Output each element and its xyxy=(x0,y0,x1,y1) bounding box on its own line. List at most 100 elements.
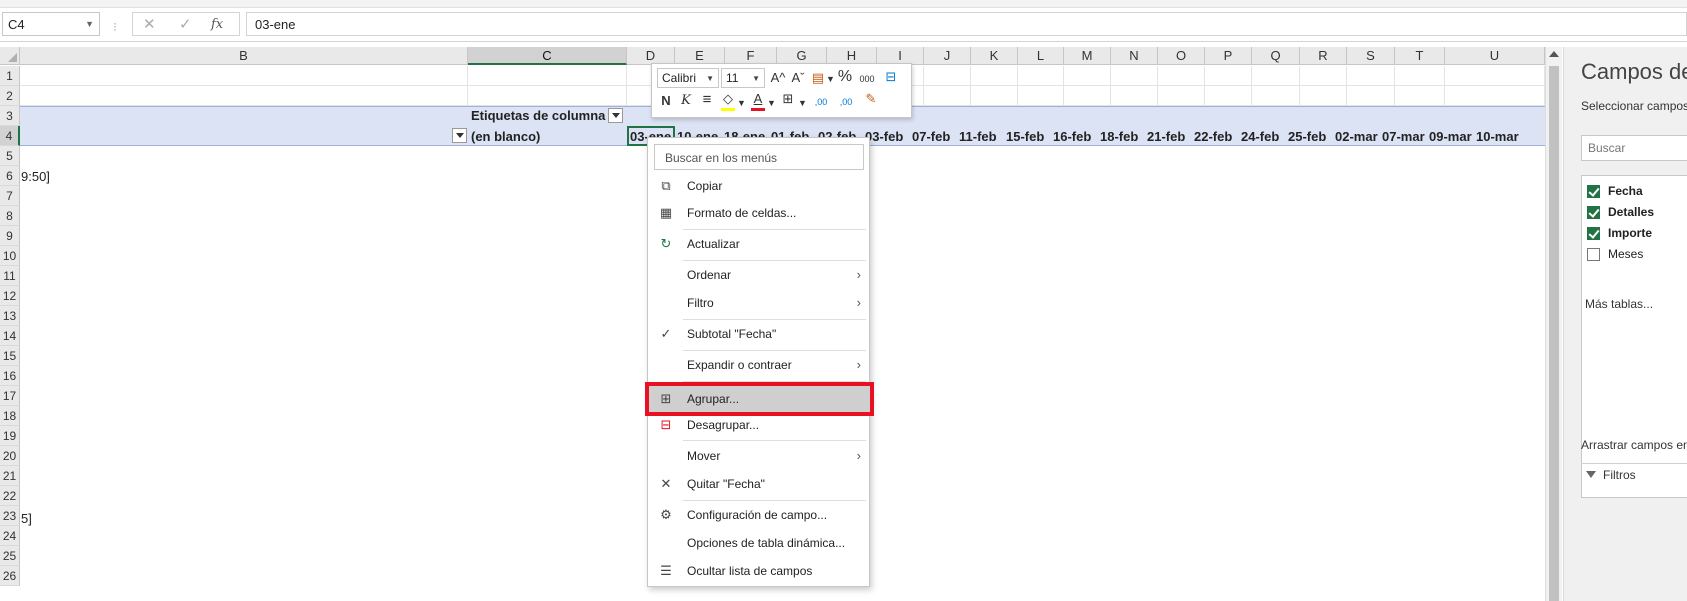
menu-item-ordenar[interactable]: Ordenar › xyxy=(649,262,870,288)
menu-item-copiar[interactable]: ⧉ Copiar xyxy=(649,173,870,199)
select-all-button[interactable] xyxy=(0,47,20,65)
menu-item-desagrupar[interactable]: ⊟ Desagrupar... xyxy=(649,412,870,438)
row-header-21[interactable]: 21 xyxy=(0,466,20,486)
column-header-q[interactable]: Q xyxy=(1252,47,1300,65)
fill-color-icon[interactable]: ◇ xyxy=(720,91,736,107)
row-header-14[interactable]: 14 xyxy=(0,326,20,346)
bold-button[interactable]: N xyxy=(658,93,674,109)
pivot-date-header[interactable]: 03-feb xyxy=(865,129,903,144)
row-header-12[interactable]: 12 xyxy=(0,286,20,306)
row-header-7[interactable]: 7 xyxy=(0,186,20,206)
row-header-24[interactable]: 24 xyxy=(0,526,20,546)
menu-item-filtro[interactable]: Filtro › xyxy=(649,290,870,316)
row-header-11[interactable]: 11 xyxy=(0,266,20,286)
pivot-date-header[interactable]: 16-feb xyxy=(1053,129,1091,144)
pivot-date-header[interactable]: 25-feb xyxy=(1288,129,1326,144)
thousands-separator-icon[interactable]: 000 xyxy=(857,71,877,87)
row-header-5[interactable]: 5 xyxy=(0,146,20,166)
column-header-u[interactable]: U xyxy=(1445,47,1545,65)
row-header-20[interactable]: 20 xyxy=(0,446,20,466)
font-name-select[interactable]: Calibri ▼ xyxy=(657,68,719,88)
menu-item-formato-celdas[interactable]: ▦ Formato de celdas... xyxy=(649,200,870,226)
pivot-date-header[interactable]: 18-feb xyxy=(1100,129,1138,144)
chevron-down-icon[interactable]: ▼ xyxy=(85,19,94,29)
pivot-date-header[interactable]: 15-feb xyxy=(1006,129,1044,144)
filters-area[interactable]: Filtros xyxy=(1586,468,1636,482)
scrollbar-thumb[interactable] xyxy=(1549,66,1559,601)
row-header-19[interactable]: 19 xyxy=(0,426,20,446)
row-header-16[interactable]: 16 xyxy=(0,366,20,386)
chevron-down-icon[interactable]: ▼ xyxy=(737,95,746,111)
align-center-icon[interactable]: ≡ xyxy=(698,92,716,108)
column-header-p[interactable]: P xyxy=(1205,47,1252,65)
column-header-k[interactable]: K xyxy=(971,47,1018,65)
cell-a6[interactable]: 9:50] xyxy=(21,169,50,184)
increase-font-size-icon[interactable]: A^ xyxy=(769,70,787,86)
menu-item-mover[interactable]: Mover › xyxy=(649,443,870,469)
more-tables-link[interactable]: Más tablas... xyxy=(1585,297,1653,311)
row-header-2[interactable]: 2 xyxy=(0,86,20,106)
row-header-26[interactable]: 26 xyxy=(0,566,20,586)
chevron-down-icon[interactable]: ▼ xyxy=(826,71,835,87)
row-header-1[interactable]: 1 xyxy=(0,66,20,86)
checkbox-icon[interactable] xyxy=(1587,227,1600,240)
increase-decimals-icon[interactable]: ,00 xyxy=(810,94,832,110)
format-painter-icon[interactable]: ✎ xyxy=(862,91,880,107)
menu-item-opciones[interactable]: Opciones de tabla dinámica... xyxy=(649,530,870,556)
scroll-up-icon[interactable] xyxy=(1549,51,1559,57)
row-labels-filter-button[interactable] xyxy=(452,128,467,143)
column-header-m[interactable]: M xyxy=(1064,47,1111,65)
pivot-date-header[interactable]: 11-feb xyxy=(959,129,997,144)
row-header-15[interactable]: 15 xyxy=(0,346,20,366)
borders-icon[interactable]: ⊞ xyxy=(779,91,797,107)
menu-search-input[interactable]: Buscar en los menús xyxy=(654,144,864,170)
row-header-10[interactable]: 10 xyxy=(0,246,20,266)
insert-function-button[interactable]: fx xyxy=(211,17,223,32)
column-header-n[interactable]: N xyxy=(1111,47,1158,65)
column-header-s[interactable]: S xyxy=(1347,47,1395,65)
more-icon[interactable]: · · · xyxy=(113,17,117,35)
row-header-6[interactable]: 6 xyxy=(0,166,20,186)
chevron-down-icon[interactable]: ▼ xyxy=(767,95,776,111)
column-header-o[interactable]: O xyxy=(1158,47,1205,65)
column-header-t[interactable]: T xyxy=(1395,47,1445,65)
row-header-8[interactable]: 8 xyxy=(0,206,20,226)
checkbox-icon[interactable] xyxy=(1587,248,1600,261)
decrease-font-size-icon[interactable]: Aˇ xyxy=(789,70,807,86)
row-header-13[interactable]: 13 xyxy=(0,306,20,326)
row-header-17[interactable]: 17 xyxy=(0,386,20,406)
pivot-date-header[interactable]: 09-mar xyxy=(1429,129,1472,144)
column-header-j[interactable]: J xyxy=(924,47,971,65)
row-header-4[interactable]: 4 xyxy=(0,126,20,146)
menu-item-configuracion[interactable]: ⚙ Configuración de campo... xyxy=(649,502,870,528)
pivot-date-header[interactable]: 02-mar xyxy=(1335,129,1378,144)
menu-item-expandir[interactable]: Expandir o contraer › xyxy=(649,352,870,378)
column-header-c[interactable]: C xyxy=(468,47,627,65)
pivot-date-header[interactable]: 07-mar xyxy=(1382,129,1425,144)
accounting-format-icon[interactable]: ▤ xyxy=(810,70,826,86)
menu-item-quitar[interactable]: ✕ Quitar "Fecha" xyxy=(649,471,870,497)
field-search-input[interactable]: Buscar xyxy=(1581,135,1687,161)
enter-icon[interactable]: ✓ xyxy=(179,15,192,33)
row-header-22[interactable]: 22 xyxy=(0,486,20,506)
menu-item-subtotal[interactable]: ✓ Subtotal "Fecha" xyxy=(649,321,870,347)
cancel-icon[interactable]: ✕ xyxy=(143,15,156,33)
chevron-down-icon[interactable]: ▼ xyxy=(798,95,807,111)
row-header-25[interactable]: 25 xyxy=(0,546,20,566)
column-header-b[interactable]: B xyxy=(20,47,468,65)
row-header-18[interactable]: 18 xyxy=(0,406,20,426)
row-header-23[interactable]: 23 xyxy=(0,506,20,526)
column-labels-filter-button[interactable] xyxy=(608,108,623,123)
percent-style-icon[interactable]: % xyxy=(836,69,854,85)
vertical-scrollbar[interactable] xyxy=(1545,47,1562,601)
column-header-l[interactable]: L xyxy=(1018,47,1064,65)
name-box[interactable]: C4 ▼ xyxy=(2,12,100,36)
checkbox-icon[interactable] xyxy=(1587,206,1600,219)
checkbox-icon[interactable] xyxy=(1587,185,1600,198)
menu-item-agrupar[interactable]: ⊞ Agrupar... xyxy=(645,382,874,416)
pivot-date-header[interactable]: 10-mar xyxy=(1476,129,1519,144)
format-as-table-icon[interactable]: ⊟ xyxy=(882,69,900,85)
formula-input[interactable]: 03-ene xyxy=(246,12,1687,36)
menu-item-ocultar-lista[interactable]: ☰ Ocultar lista de campos xyxy=(649,558,870,584)
pivot-date-header[interactable]: 07-feb xyxy=(912,129,950,144)
